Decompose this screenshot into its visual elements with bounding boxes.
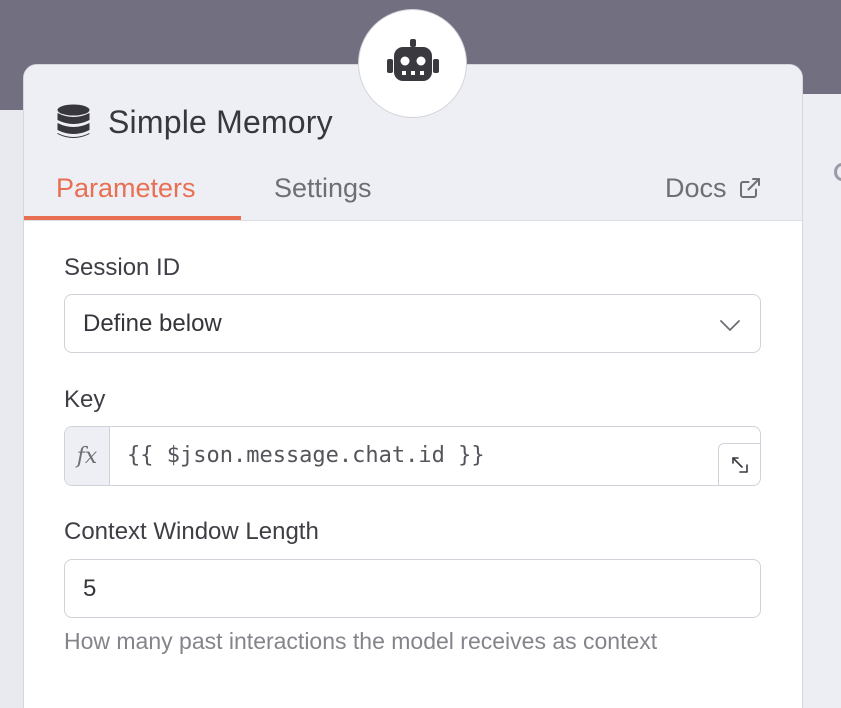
key-label: Key [64, 386, 106, 413]
tab-settings[interactable]: Settings [274, 168, 372, 208]
active-tab-indicator [24, 216, 241, 220]
robot-icon [384, 37, 442, 90]
session-id-label: Session ID [64, 254, 181, 281]
node-avatar [358, 9, 467, 118]
context-window-length-input[interactable] [64, 559, 761, 618]
canvas-side [802, 94, 841, 708]
docs-label: Docs [665, 172, 727, 203]
external-link-icon [739, 177, 761, 199]
session-id-value: Define below [83, 309, 222, 337]
fx-badge: fx [65, 427, 110, 485]
database-icon [57, 104, 90, 140]
context-window-length-label: Context Window Length [64, 518, 319, 545]
key-expression[interactable]: {{ $json.message.chat.id }} [127, 427, 485, 485]
key-expression-field[interactable]: fx {{ $json.message.chat.id }} [64, 426, 761, 486]
node-title[interactable]: Simple Memory [108, 104, 333, 141]
expand-icon[interactable] [718, 443, 760, 485]
tab-parameters[interactable]: Parameters [56, 168, 196, 208]
node-title-row: Simple Memory [57, 100, 333, 144]
context-window-length-hint: How many past interactions the model rec… [64, 628, 658, 654]
docs-link[interactable]: Docs [665, 168, 761, 208]
session-id-select[interactable]: Define below [64, 294, 761, 353]
chevron-down-icon [718, 313, 742, 337]
